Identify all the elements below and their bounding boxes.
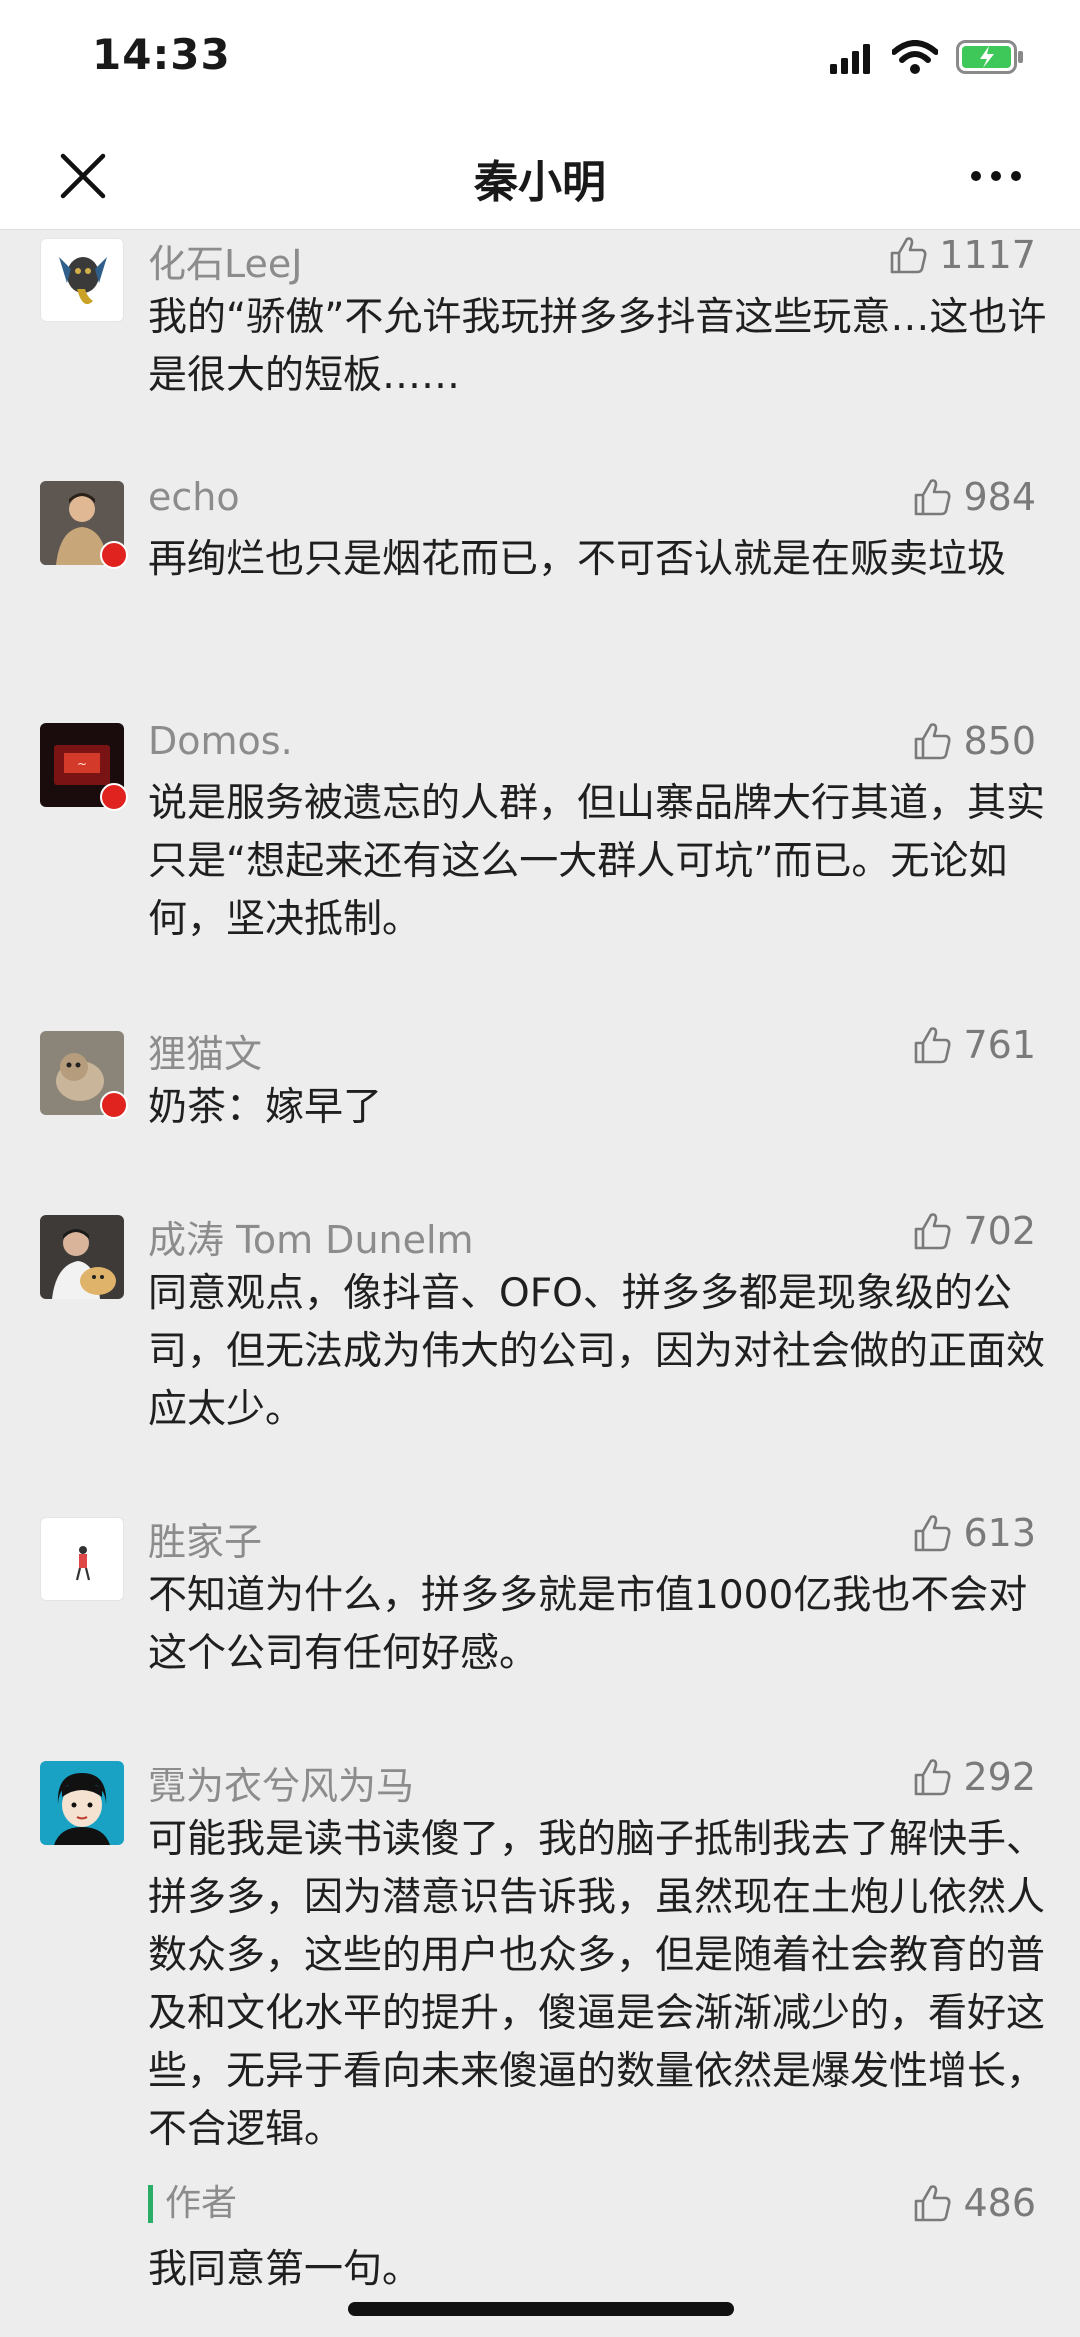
like-button[interactable]: 613: [911, 1511, 1036, 1555]
like-count: 1117: [939, 233, 1036, 277]
comment-author[interactable]: 化石LeeJ: [148, 233, 302, 288]
comment-author[interactable]: 胜家子: [148, 1511, 262, 1566]
like-count: 761: [963, 1023, 1036, 1067]
like-count: 613: [963, 1511, 1036, 1555]
like-button[interactable]: 761: [911, 1023, 1036, 1067]
thumbs-up-icon: [915, 1027, 951, 1064]
china-flag-badge: [100, 1091, 128, 1119]
avatar[interactable]: [40, 481, 128, 569]
wifi-icon: [892, 40, 938, 74]
like-button[interactable]: 850: [911, 719, 1036, 763]
avatar[interactable]: [40, 1761, 124, 1845]
like-count: 292: [963, 1755, 1036, 1799]
like-button[interactable]: 1117: [887, 233, 1036, 277]
comment-author[interactable]: 霓为衣兮风为马: [148, 1755, 414, 1810]
more-options-icon[interactable]: [968, 166, 1024, 186]
page-title: 秦小明: [474, 157, 606, 208]
cellular-signal-icon: [830, 44, 870, 74]
comment-text: 不知道为什么，拼多多就是市值1000亿我也不会对这个公司有任何好感。: [148, 1573, 1028, 1676]
comment-text: 我的“骄傲”不允许我玩拼多多抖音这些玩意…这也许是很大的短板……: [148, 295, 1047, 398]
status-time: 14:33: [92, 30, 231, 79]
thumbs-up-icon: [915, 479, 951, 516]
avatar[interactable]: [40, 1215, 124, 1299]
like-count: 984: [963, 475, 1036, 519]
avatar-image: [59, 257, 107, 305]
status-bar: 14:33: [0, 0, 1080, 120]
avatar-image: [40, 1761, 124, 1845]
like-count: 486: [963, 2181, 1036, 2225]
comment-text: 再绚烂也只是烟花而已，不可否认就是在贩卖垃圾: [148, 537, 1007, 582]
thumbs-up-icon: [915, 1759, 951, 1796]
avatar-image: [75, 1546, 91, 1581]
home-indicator[interactable]: [348, 2302, 734, 2316]
like-count: 702: [963, 1209, 1036, 1253]
author-reply-tag: 作者: [148, 2185, 237, 2223]
author-reply-like-button[interactable]: 486: [911, 2181, 1036, 2225]
like-button[interactable]: 702: [911, 1209, 1036, 1253]
comment-list[interactable]: 化石LeeJ 1117 我的“骄傲”不允许我玩拼多多抖音这些玩意…这也许是很大的…: [0, 231, 1080, 2337]
svg-text:~: ~: [77, 757, 87, 771]
battery-charging-icon: [956, 40, 1023, 74]
nav-bar: 秦小明: [0, 120, 1080, 230]
avatar-image: [40, 1215, 124, 1299]
like-button[interactable]: 292: [911, 1755, 1036, 1799]
china-flag-badge: [100, 783, 128, 811]
china-flag-badge: [100, 541, 128, 569]
comment-author[interactable]: Domos.: [148, 719, 293, 763]
comment-author[interactable]: echo: [148, 475, 240, 519]
thumbs-up-icon: [915, 1515, 951, 1552]
thumbs-up-icon: [890, 237, 927, 274]
like-count: 850: [963, 719, 1036, 763]
avatar[interactable]: ~: [40, 723, 128, 811]
comment-text: 奶茶：嫁早了: [148, 1085, 383, 1130]
comment-text: 说是服务被遗忘的人群，但山寨品牌大行其道，其实只是“想起来还有这么一大群人可坑”…: [148, 781, 1046, 942]
avatar[interactable]: [40, 1517, 124, 1601]
comment-author[interactable]: 狸猫文: [148, 1023, 262, 1078]
author-reply-text: 我同意第一句。: [148, 2247, 422, 2292]
comment-author[interactable]: 成涛 Tom Dunelm: [148, 1209, 474, 1264]
comment-text: 可能我是读书读傻了，我的脑子抵制我去了解快手、拼多多，因为潜意识告诉我，虽然现在…: [148, 1817, 1046, 2152]
like-button[interactable]: 984: [911, 475, 1036, 519]
avatar[interactable]: [40, 238, 124, 322]
comment-text: 同意观点，像抖音、OFO、拼多多都是现象级的公司，但无法成为伟大的公司，因为对社…: [148, 1271, 1046, 1432]
avatar[interactable]: [40, 1031, 128, 1119]
thumbs-up-icon: [915, 2185, 951, 2222]
thumbs-up-icon: [915, 1213, 951, 1250]
thumbs-up-icon: [915, 723, 951, 760]
